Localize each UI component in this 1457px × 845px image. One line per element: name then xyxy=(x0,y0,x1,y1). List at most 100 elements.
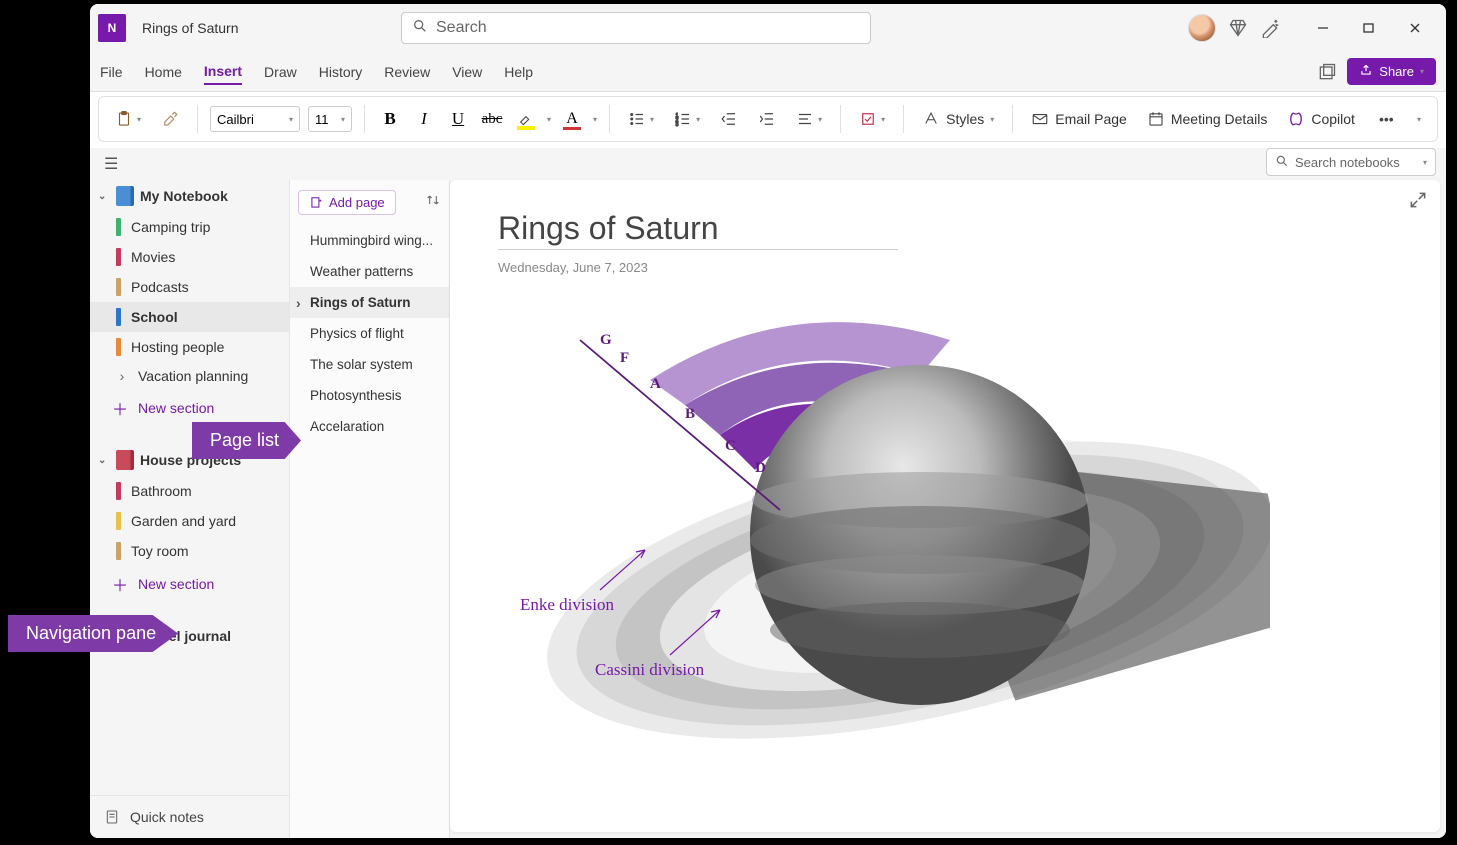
svg-text:3: 3 xyxy=(676,122,679,128)
quick-notes-label: Quick notes xyxy=(130,809,204,825)
section-garden-and-yard[interactable]: Garden and yard xyxy=(90,506,289,536)
chevron-down-icon: ▾ xyxy=(1423,158,1427,167)
page-item[interactable]: Accelaration xyxy=(290,411,449,442)
svg-text:B: B xyxy=(685,406,695,422)
format-painter-button[interactable] xyxy=(155,106,185,132)
saturn-drawing: G F A B C D Enke division Cassini divisi… xyxy=(490,310,1270,832)
font-size-select[interactable]: 11▾ xyxy=(308,106,352,132)
font-color-button[interactable]: A xyxy=(559,106,585,132)
section-vacation-planning[interactable]: ›Vacation planning xyxy=(90,362,289,390)
paste-button[interactable]: ▾ xyxy=(109,106,147,132)
menu-tab-review[interactable]: Review xyxy=(384,60,430,84)
add-page-button[interactable]: Add page xyxy=(298,190,396,215)
section-podcasts[interactable]: Podcasts xyxy=(90,272,289,302)
menu-tab-insert[interactable]: Insert xyxy=(204,59,242,85)
svg-text:Enke division: Enke division xyxy=(520,595,614,614)
svg-text:Cassini division: Cassini division xyxy=(595,660,705,679)
callout-navigation-pane: Navigation pane xyxy=(8,615,178,652)
styles-button[interactable]: Styles▾ xyxy=(916,106,1000,132)
open-in-new-window-icon[interactable] xyxy=(1317,62,1337,82)
app-window: N Rings of Saturn Search File Home Insert xyxy=(90,4,1446,838)
numbered-list-button[interactable]: 123▾ xyxy=(668,106,706,132)
sort-pages-button[interactable] xyxy=(425,192,441,213)
menu-tab-home[interactable]: Home xyxy=(145,60,182,84)
page-title[interactable]: Rings of Saturn xyxy=(498,210,1392,247)
new-section-button[interactable]: ＋New section xyxy=(90,390,289,426)
bulleted-list-button[interactable]: ▾ xyxy=(622,106,660,132)
premium-diamond-icon[interactable] xyxy=(1228,18,1248,38)
svg-text:F: F xyxy=(620,350,629,366)
menu-tab-view[interactable]: View xyxy=(452,60,482,84)
note-canvas[interactable]: Rings of Saturn Wednesday, June 7, 2023 xyxy=(450,180,1440,832)
tags-button[interactable]: ▾ xyxy=(853,106,891,132)
align-button[interactable]: ▾ xyxy=(790,106,828,132)
maximize-button[interactable] xyxy=(1346,4,1392,52)
onenote-app-icon: N xyxy=(98,14,126,42)
user-avatar[interactable] xyxy=(1188,14,1216,42)
increase-indent-button[interactable] xyxy=(752,106,782,132)
strikethrough-button[interactable]: abc xyxy=(479,106,505,132)
expand-canvas-button[interactable] xyxy=(1408,190,1428,210)
page-item[interactable]: Photosynthesis xyxy=(290,380,449,411)
svg-text:C: C xyxy=(725,438,736,454)
search-icon xyxy=(1275,154,1289,171)
page-date: Wednesday, June 7, 2023 xyxy=(498,260,1392,275)
ribbon-expand-button[interactable]: ▾ xyxy=(1411,111,1427,128)
menu-tab-help[interactable]: Help xyxy=(504,60,533,84)
page-list: Add page Hummingbird wing...Weather patt… xyxy=(290,180,450,838)
add-page-label: Add page xyxy=(329,195,385,210)
email-page-button[interactable]: Email Page xyxy=(1025,106,1133,132)
meeting-details-button[interactable]: Meeting Details xyxy=(1141,106,1274,132)
callout-page-list: Page list xyxy=(192,422,301,459)
section-school[interactable]: School xyxy=(90,302,289,332)
navigation-pane: ⌄My NotebookCamping tripMoviesPodcastsSc… xyxy=(90,180,290,838)
more-options-button[interactable]: ••• xyxy=(1373,107,1400,131)
close-button[interactable] xyxy=(1392,4,1438,52)
ribbon-toolbar: ▾ Cailbri▾ 11▾ B I U abc ▾ A ▾ ▾ 123▾ ▾ ▾… xyxy=(98,96,1438,142)
search-icon xyxy=(412,18,428,39)
menubar: FileHomeInsertDrawHistoryReviewViewHelp … xyxy=(90,52,1446,92)
copilot-button[interactable]: Copilot xyxy=(1281,106,1361,132)
page-item[interactable]: The solar system xyxy=(290,349,449,380)
notebook-search-input[interactable]: Search notebooks ▾ xyxy=(1266,148,1436,176)
page-item[interactable]: Hummingbird wing... xyxy=(290,225,449,256)
section-camping-trip[interactable]: Camping trip xyxy=(90,212,289,242)
notebook-search-placeholder: Search notebooks xyxy=(1295,155,1400,170)
search-placeholder: Search xyxy=(436,19,487,37)
share-label: Share xyxy=(1379,64,1414,79)
svg-text:G: G xyxy=(600,332,612,348)
menu-tab-file[interactable]: File xyxy=(100,60,123,84)
document-title: Rings of Saturn xyxy=(142,20,239,36)
bold-button[interactable]: B xyxy=(377,106,403,132)
page-item[interactable]: Physics of flight xyxy=(290,318,449,349)
underline-button[interactable]: U xyxy=(445,106,471,132)
share-button[interactable]: Share ▾ xyxy=(1347,58,1436,85)
hamburger-icon[interactable]: ☰ xyxy=(100,154,118,174)
share-icon xyxy=(1359,63,1373,80)
quick-notes-button[interactable]: Quick notes xyxy=(90,795,289,838)
title-underline xyxy=(498,249,898,250)
chevron-down-icon: ▾ xyxy=(1420,67,1424,76)
decrease-indent-button[interactable] xyxy=(714,106,744,132)
page-item[interactable]: Rings of Saturn xyxy=(290,287,449,318)
font-color-dropdown[interactable]: ▾ xyxy=(593,115,597,124)
minimize-button[interactable] xyxy=(1300,4,1346,52)
highlight-button[interactable] xyxy=(513,106,539,132)
search-input[interactable]: Search xyxy=(401,12,871,44)
svg-text:A: A xyxy=(650,376,661,392)
section-bathroom[interactable]: Bathroom xyxy=(90,476,289,506)
page-item[interactable]: Weather patterns xyxy=(290,256,449,287)
svg-text:D: D xyxy=(755,460,766,476)
section-toy-room[interactable]: Toy room xyxy=(90,536,289,566)
menu-tab-draw[interactable]: Draw xyxy=(264,60,297,84)
section-movies[interactable]: Movies xyxy=(90,242,289,272)
titlebar: N Rings of Saturn Search xyxy=(90,4,1446,52)
italic-button[interactable]: I xyxy=(411,106,437,132)
pencil-sparkle-icon[interactable] xyxy=(1260,18,1280,38)
menu-tab-history[interactable]: History xyxy=(319,60,363,84)
highlight-dropdown[interactable]: ▾ xyxy=(547,115,551,124)
section-hosting-people[interactable]: Hosting people xyxy=(90,332,289,362)
notebook-my-notebook[interactable]: ⌄My Notebook xyxy=(90,180,289,212)
new-section-button[interactable]: ＋New section xyxy=(90,566,289,602)
font-name-select[interactable]: Cailbri▾ xyxy=(210,106,300,132)
